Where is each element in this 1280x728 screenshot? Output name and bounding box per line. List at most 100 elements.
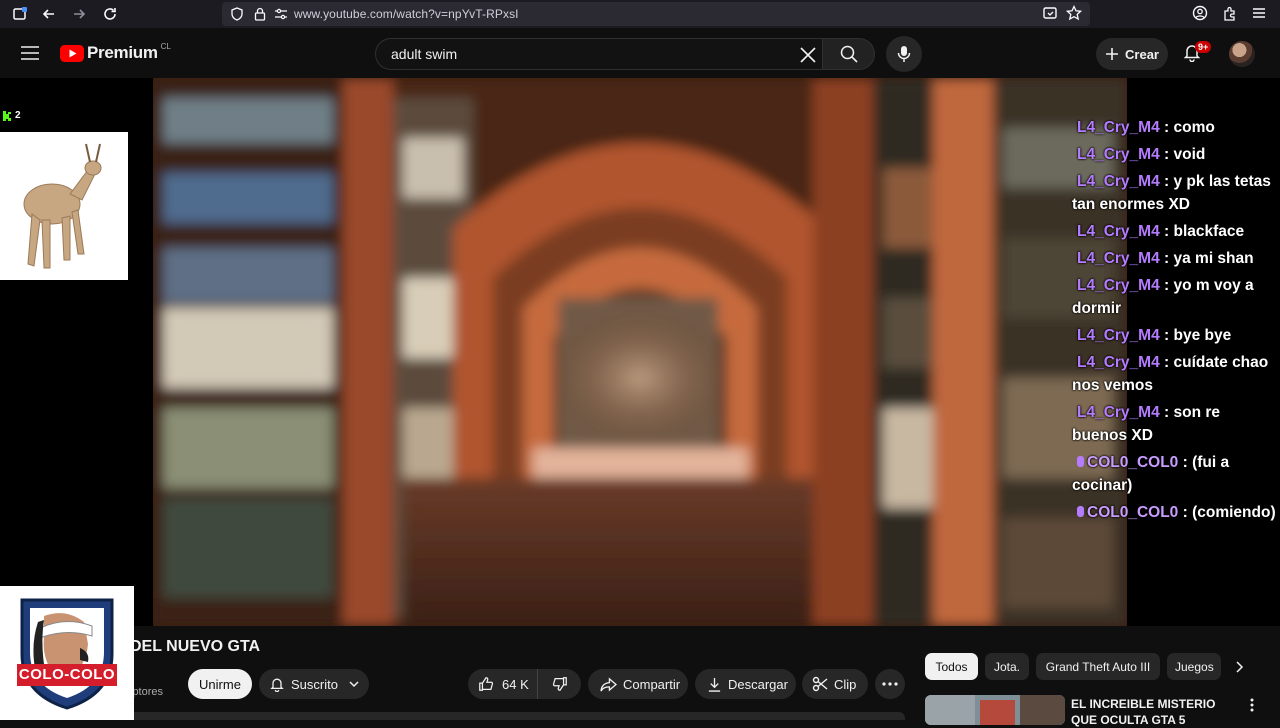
youtube-premium-logo[interactable]: Premium CL (60, 41, 171, 63)
create-button[interactable]: Crear (1096, 38, 1168, 70)
chat-message: L4_Cry_M4 : bye bye (1072, 324, 1277, 347)
more-vertical-icon[interactable] (1250, 698, 1254, 712)
avatar[interactable] (1229, 41, 1255, 67)
browser-toolbar: www.youtube.com/watch?v=npYvT-RPxsI (0, 0, 1280, 28)
subscriber-count: iptores (130, 686, 164, 698)
chat-username: L4_Cry_M4 (1077, 277, 1160, 294)
bookmark-star-icon[interactable] (1066, 5, 1082, 21)
chip-games[interactable]: Juegos (1167, 653, 1221, 680)
chat-message: L4_Cry_M4 : y pk las tetas tan enormes X… (1072, 170, 1277, 216)
recommendation-thumbnail[interactable] (925, 695, 1065, 725)
clear-search-icon[interactable] (799, 46, 817, 64)
like-button[interactable]: 64 K (468, 669, 538, 699)
youtube-header: Premium CL Crear 9+ (0, 28, 1280, 78)
chat-message: L4_Cry_M4 : void (1072, 143, 1277, 166)
chat-text: : (comiendo) (1178, 504, 1276, 521)
download-icon (708, 677, 721, 692)
chat-username: L4_Cry_M4 (1077, 327, 1160, 344)
forward-icon[interactable] (68, 3, 90, 25)
thumbs-up-icon (479, 677, 494, 691)
region-code: CL (160, 41, 171, 51)
microphone-icon (897, 46, 911, 62)
scissors-icon (812, 676, 828, 692)
chat-username: COL0_COL0 (1087, 454, 1179, 471)
kick-logo-icon (3, 110, 11, 121)
chip-jota[interactable]: Jota. (985, 653, 1029, 680)
more-horizontal-icon (882, 682, 898, 686)
mod-badge-icon (1077, 506, 1084, 517)
chat-username: COL0_COL0 (1087, 504, 1179, 521)
chat-text: : ya mi shan (1159, 250, 1254, 267)
chat-message: L4_Cry_M4 : blackface (1072, 220, 1277, 243)
chat-username: L4_Cry_M4 (1077, 119, 1160, 136)
like-dislike-group: 64 K (468, 669, 581, 699)
voice-search-button[interactable] (886, 36, 922, 72)
chip-label: Jota. (993, 659, 1020, 674)
search-box[interactable] (375, 38, 823, 70)
chat-text: : como (1159, 119, 1215, 136)
search-icon (840, 45, 858, 63)
recommendation-title[interactable]: EL INCREIBLE MISTERIO QUE OCULTA GTA 5 (1071, 696, 1241, 728)
share-icon (600, 676, 617, 692)
chat-username: L4_Cry_M4 (1077, 223, 1160, 240)
subscribed-label: Suscrito (291, 676, 338, 692)
chat-username: L4_Cry_M4 (1077, 173, 1160, 190)
dislike-button[interactable] (538, 669, 581, 699)
stream-chat-overlay: L4_Cry_M4 : como L4_Cry_M4 : void L4_Cry… (1072, 116, 1277, 528)
more-actions-button[interactable] (875, 669, 905, 699)
chip-all[interactable]: Todos (925, 653, 978, 680)
chip-label: Juegos (1175, 659, 1214, 674)
screenshot-icon[interactable] (1042, 5, 1058, 21)
bell-icon (270, 678, 284, 692)
video-player[interactable] (153, 78, 1127, 626)
share-button[interactable]: Compartir (588, 669, 688, 699)
share-label: Compartir (623, 676, 681, 692)
lock-icon[interactable] (254, 7, 266, 21)
download-button[interactable]: Descargar (695, 669, 796, 699)
search-input[interactable] (389, 45, 773, 63)
chip-label: Grand Theft Auto III (1045, 659, 1151, 674)
chat-message: L4_Cry_M4 : son re buenos XD (1072, 401, 1277, 447)
chip-label: Todos (935, 659, 968, 674)
reload-icon[interactable] (99, 3, 121, 25)
chip-gta3[interactable]: Grand Theft Auto III (1036, 653, 1160, 680)
back-icon[interactable] (38, 3, 60, 25)
chevron-down-icon (349, 681, 359, 688)
mod-badge-icon (1077, 456, 1084, 467)
thumbs-down-icon (552, 677, 567, 691)
subscribed-button[interactable]: Suscrito (259, 669, 369, 699)
clip-button[interactable]: Clip (802, 669, 868, 699)
chat-text: : void (1159, 146, 1206, 163)
chat-message: L4_Cry_M4 : como (1072, 116, 1277, 139)
tab-view-icon[interactable] (9, 3, 31, 25)
join-button[interactable]: Unirme (188, 669, 252, 699)
chevron-right-icon[interactable] (1233, 660, 1245, 674)
permissions-icon[interactable] (274, 8, 288, 20)
app-menu-icon[interactable] (1251, 5, 1267, 21)
chat-username: L4_Cry_M4 (1077, 404, 1160, 421)
chat-text: : bye bye (1159, 327, 1232, 344)
shield-icon[interactable] (230, 7, 244, 21)
chat-message: L4_Cry_M4 : yo m voy a dormir (1072, 274, 1277, 320)
guide-menu-icon[interactable] (20, 45, 40, 61)
search-button[interactable] (823, 38, 875, 70)
like-count: 64 K (502, 676, 529, 692)
chat-username: L4_Cry_M4 (1077, 354, 1160, 371)
deer-icon (23, 143, 102, 269)
address-bar[interactable]: www.youtube.com/watch?v=npYvT-RPxsI (222, 2, 1090, 26)
colo-colo-logo: COLO-COLO (0, 586, 134, 720)
chat-username: L4_Cry_M4 (1077, 146, 1160, 163)
url-text[interactable]: www.youtube.com/watch?v=npYvT-RPxsI (294, 7, 519, 21)
deer-image (0, 132, 128, 280)
chat-message: L4_Cry_M4 : cuídate chao nos vemos (1072, 351, 1277, 397)
video-title: DEL NUEVO GTA (130, 638, 261, 655)
kick-count: 2 (15, 110, 21, 121)
chat-message: COL0_COL0 : (fui a cocinar) (1072, 451, 1277, 497)
extensions-icon[interactable] (1222, 5, 1238, 21)
logo-text: Premium (87, 43, 158, 62)
plus-icon (1106, 48, 1119, 60)
create-label: Crear (1125, 46, 1159, 62)
thumbnail-image (925, 695, 1065, 725)
description-box[interactable] (130, 712, 905, 720)
account-icon[interactable] (1192, 5, 1208, 21)
